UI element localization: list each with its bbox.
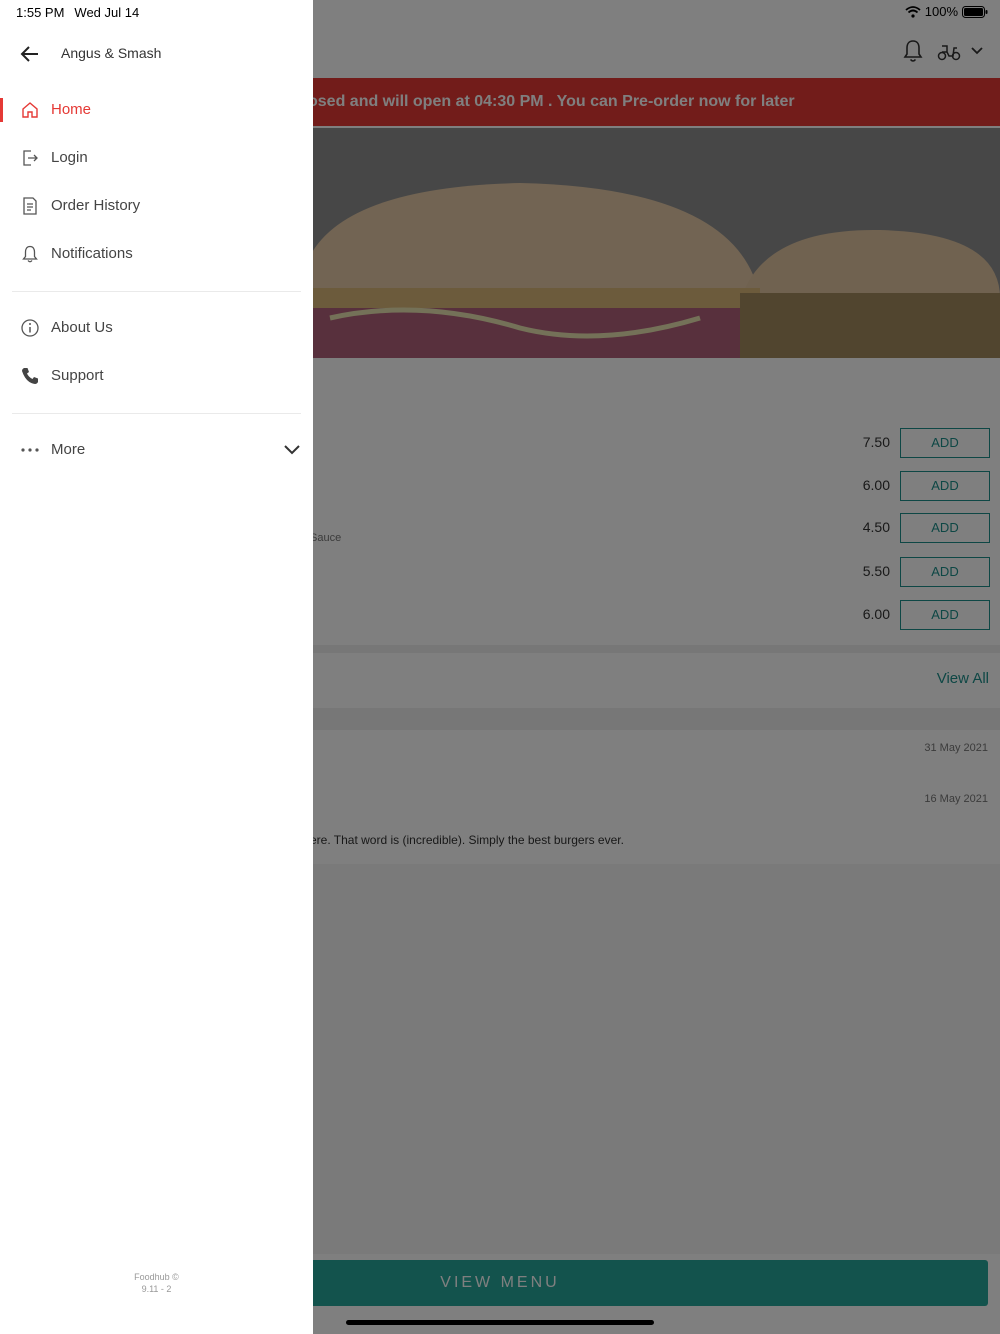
chevron-down-icon[interactable] [283,442,301,458]
drawer-item-support[interactable]: Support [0,352,313,400]
drawer-divider [12,413,301,414]
drawer-item-login[interactable]: Login [0,134,313,182]
drawer-item-home[interactable]: Home [0,86,313,134]
drawer-item-label: Login [51,149,88,166]
status-date: Wed Jul 14 [74,5,140,20]
bell-icon [22,245,38,263]
phone-icon [22,368,38,384]
drawer-item-label: More [51,441,86,458]
drawer-item-label: Order History [51,197,141,214]
drawer-item-label: Support [51,367,104,384]
battery-icon [962,5,988,18]
home-icon [22,102,38,118]
drawer-footer: Foodhub © 9.11 - 2 [0,1271,313,1295]
active-indicator [0,98,3,122]
drawer-header: Angus & Smash [0,30,313,78]
status-bar-left: 1:55 PM Wed Jul 14 [16,5,139,20]
footer-version: 9.11 - 2 [141,1284,172,1294]
drawer-item-notifications[interactable]: Notifications [0,230,313,278]
status-bar-right: 100% [905,4,988,19]
footer-brand: Foodhub © [134,1272,179,1282]
drawer-item-about-us[interactable]: About Us [0,304,313,352]
battery-percentage: 100% [924,4,958,19]
drawer-item-order-history[interactable]: Order History [0,182,313,230]
drawer-item-label: Home [51,101,92,118]
wifi-icon [905,5,921,18]
back-arrow-icon[interactable] [18,42,44,66]
navigation-drawer: 1:55 PM Wed Jul 14 Angus & Smash Home Log… [0,0,313,1334]
receipt-icon [23,197,37,215]
restaurant-name: Angus & Smash [61,45,162,61]
status-time: 1:55 PM [16,5,65,20]
drawer-item-label: About Us [51,319,113,336]
login-icon [23,150,38,166]
drawer-item-more[interactable]: More [0,426,313,474]
more-dots-icon [21,448,39,452]
drawer-divider [12,291,301,292]
drawer-item-label: Notifications [51,245,133,262]
info-icon [21,319,39,337]
